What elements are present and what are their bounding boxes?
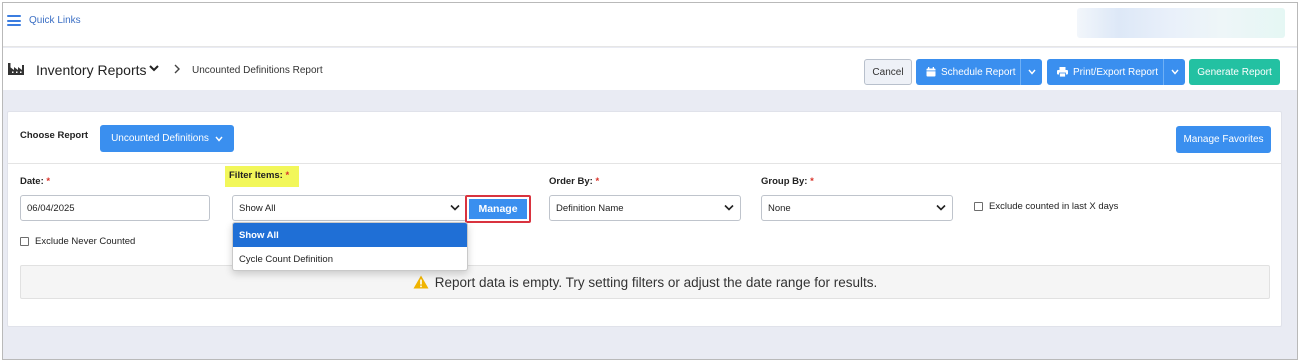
schedule-report-label: Schedule Report (941, 66, 1016, 78)
chevron-down-icon (724, 204, 734, 211)
print-export-report-label: Print/Export Report (1073, 66, 1159, 78)
dropdown-option-cycle-count-definition[interactable]: Cycle Count Definition (233, 247, 467, 270)
divider (8, 163, 1281, 164)
empty-report-text: Report data is empty. Try setting filter… (434, 274, 878, 290)
chevron-down-icon (936, 204, 946, 211)
hamburger-menu-icon[interactable] (7, 15, 21, 26)
title-bar: Inventory Reports Uncounted Definitions … (3, 48, 1297, 90)
cancel-button[interactable]: Cancel (864, 59, 912, 85)
filter-items-dropdown-list: Show All Cycle Count Definition (232, 222, 468, 271)
print-export-dropdown-toggle[interactable] (1163, 59, 1185, 85)
checkbox-box[interactable] (974, 202, 983, 211)
group-by-label: Group By: * (761, 176, 814, 187)
calendar-icon (926, 67, 936, 77)
order-by-label: Order By: * (549, 176, 599, 187)
order-by-select[interactable]: Definition Name (549, 195, 741, 221)
chevron-right-icon (174, 64, 180, 74)
chevron-down-icon (1170, 69, 1179, 75)
warning-icon (413, 275, 429, 289)
generate-report-button[interactable]: Generate Report (1189, 59, 1280, 85)
filter-items-label: Filter Items: * (225, 166, 300, 187)
choose-report-value: Uncounted Definitions (111, 133, 209, 144)
required-mark: * (285, 170, 290, 181)
empty-report-message: Report data is empty. Try setting filter… (20, 265, 1270, 299)
group-by-label-text: Group By: (761, 176, 808, 187)
quick-links-bar: Quick Links (3, 3, 1297, 47)
printer-icon (1057, 67, 1068, 77)
order-by-value: Definition Name (556, 202, 624, 214)
quick-links-link[interactable]: Quick Links (29, 15, 81, 26)
exclude-never-counted-checkbox[interactable]: Exclude Never Counted (20, 236, 135, 247)
filter-items-label-text: Filter Items: (229, 170, 283, 181)
dropdown-option-show-all[interactable]: Show All (233, 223, 467, 247)
chevron-down-icon (215, 136, 223, 142)
required-mark: * (595, 176, 600, 187)
chevron-down-icon (450, 204, 460, 211)
manage-favorites-button[interactable]: Manage Favorites (1176, 126, 1271, 153)
page-title[interactable]: Inventory Reports (36, 62, 147, 78)
required-mark: * (810, 176, 814, 187)
breadcrumb-current: Uncounted Definitions Report (192, 65, 323, 76)
checkbox-box[interactable] (20, 237, 29, 246)
choose-report-dropdown[interactable]: Uncounted Definitions (100, 125, 234, 152)
user-info-blurred (1077, 8, 1285, 38)
chevron-down-icon[interactable] (148, 63, 160, 73)
schedule-report-dropdown-toggle[interactable] (1020, 59, 1042, 85)
required-mark: * (46, 176, 51, 187)
group-by-select[interactable]: None (761, 195, 953, 221)
exclude-counted-label: Exclude counted in last X days (989, 201, 1119, 212)
exclude-counted-checkbox[interactable]: Exclude counted in last X days (974, 201, 1118, 212)
manage-button[interactable]: Manage (465, 195, 531, 223)
chevron-down-icon (1027, 69, 1036, 75)
exclude-never-counted-label: Exclude Never Counted (35, 236, 136, 247)
order-by-label-text: Order By: (549, 176, 593, 187)
date-label-text: Date: (20, 176, 44, 187)
date-input[interactable]: 06/04/2025 (20, 195, 210, 221)
filter-items-value: Show All (239, 202, 276, 214)
filter-items-select[interactable]: Show All (232, 195, 467, 221)
report-card: Choose Report Uncounted Definitions Mana… (7, 111, 1282, 327)
print-export-report-button[interactable]: Print/Export Report (1047, 59, 1185, 85)
date-label: Date: * (20, 176, 50, 187)
schedule-report-button[interactable]: Schedule Report (916, 59, 1042, 85)
manage-button-label: Manage (469, 199, 527, 219)
factory-icon (8, 63, 24, 75)
app-frame: Quick Links Inventory Reports Uncounted … (2, 2, 1298, 360)
group-by-value: None (768, 202, 791, 214)
date-input-value: 06/04/2025 (27, 202, 75, 214)
choose-report-label: Choose Report (20, 130, 89, 141)
